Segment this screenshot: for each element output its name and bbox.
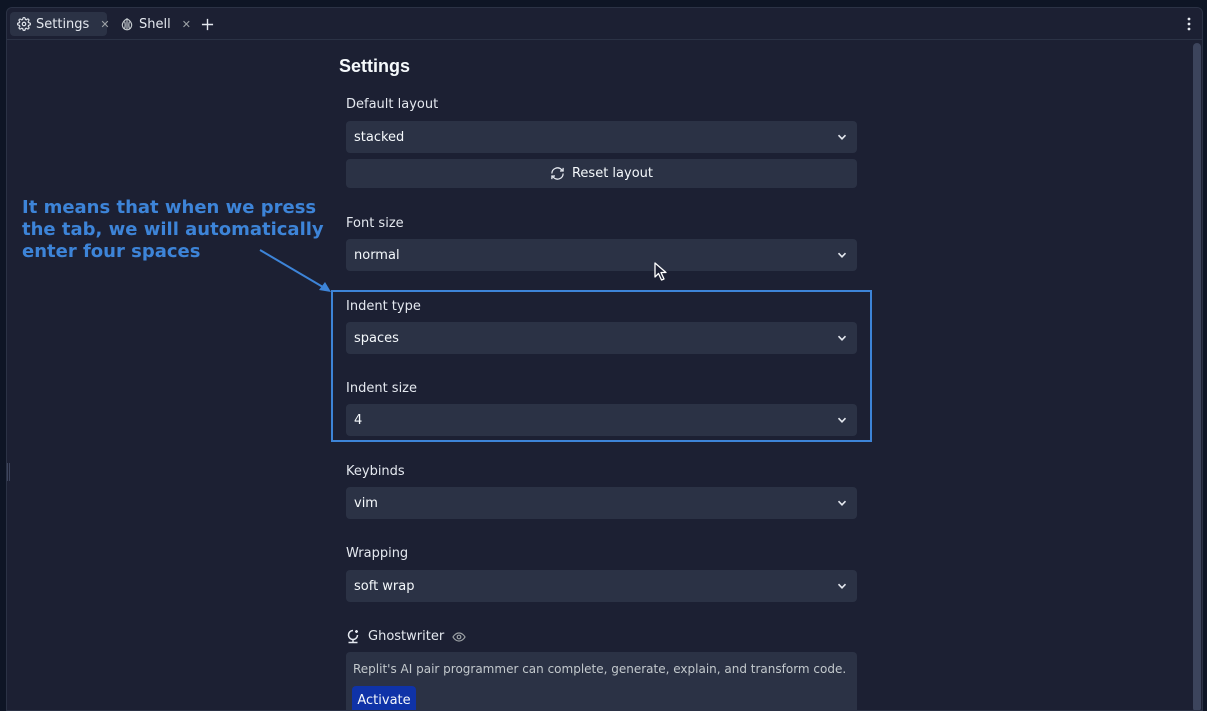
chevron-down-icon <box>837 252 847 258</box>
font-size-value: normal <box>354 247 400 263</box>
default-layout-select[interactable]: stacked <box>346 121 857 153</box>
eye-icon[interactable] <box>452 631 466 642</box>
ghostwriter-description: Replit's AI pair programmer can complete… <box>353 662 847 676</box>
keybinds-label: Keybinds <box>346 464 405 479</box>
shell-icon <box>120 17 134 31</box>
reset-layout-button[interactable]: Reset layout <box>346 159 857 188</box>
gear-icon <box>17 17 31 31</box>
annotation-highlight-box <box>331 290 872 442</box>
annotation-arrow-icon <box>259 249 331 292</box>
scrollbar-thumb[interactable] <box>1193 43 1201 710</box>
page-title: Settings <box>339 56 411 76</box>
reset-layout-label: Reset layout <box>571 166 653 181</box>
ghostwriter-card: Replit's AI pair programmer can complete… <box>346 652 857 710</box>
ghostwriter-label: Ghostwriter <box>368 629 445 644</box>
tab-shell-label: Shell <box>139 16 171 32</box>
close-icon[interactable]: ✕ <box>100 18 109 31</box>
chevron-down-icon <box>837 134 847 140</box>
mouse-cursor-icon <box>654 262 667 281</box>
tab-settings-label: Settings <box>36 16 90 32</box>
chevron-down-icon <box>837 583 847 589</box>
refresh-icon <box>551 167 564 180</box>
chevron-down-icon <box>837 500 847 506</box>
tab-settings[interactable]: Settings ✕ <box>10 12 110 36</box>
annotation-line: the tab, we will automatically <box>22 219 324 240</box>
resize-handle[interactable] <box>7 463 10 481</box>
wrapping-label: Wrapping <box>346 546 409 561</box>
font-size-label: Font size <box>346 216 404 231</box>
close-icon[interactable]: ✕ <box>182 18 191 31</box>
ghostwriter-header: Ghostwriter <box>346 629 466 644</box>
wrapping-select[interactable]: soft wrap <box>346 570 857 602</box>
activate-button[interactable]: Activate <box>352 686 416 710</box>
tab-shell[interactable]: Shell ✕ <box>113 12 191 36</box>
annotation-line: It means that when we press <box>22 197 317 218</box>
keybinds-select[interactable]: vim <box>346 487 857 519</box>
font-size-select[interactable]: normal <box>346 239 857 271</box>
tab-bar: Settings ✕ Shell ✕ <box>7 8 1202 40</box>
more-options-icon[interactable] <box>1182 14 1196 34</box>
plus-icon[interactable] <box>197 14 217 34</box>
default-layout-label: Default layout <box>346 97 439 112</box>
default-layout-value: stacked <box>354 129 405 145</box>
wrapping-value: soft wrap <box>354 578 415 594</box>
keybinds-value: vim <box>354 495 378 511</box>
ghostwriter-icon <box>347 629 359 644</box>
